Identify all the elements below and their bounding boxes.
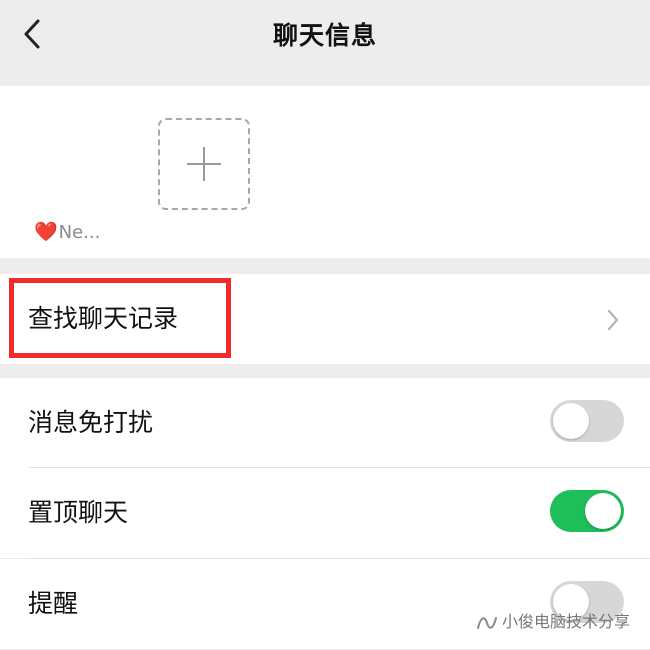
watermark-text: 小俊电脑技术分享 bbox=[501, 612, 630, 631]
reminder-label: 提醒 bbox=[28, 589, 79, 618]
watermark: 小俊电脑技术分享 bbox=[476, 608, 630, 632]
page-title: 聊天信息 bbox=[272, 21, 377, 50]
toggle-knob bbox=[585, 493, 621, 529]
mute-notifications-row: 消息免打扰 bbox=[0, 378, 650, 468]
mute-notifications-label: 消息免打扰 bbox=[28, 408, 154, 437]
wechat-channel-icon bbox=[476, 616, 497, 629]
pin-chat-toggle[interactable] bbox=[550, 490, 624, 532]
heart-icon: ❤️ bbox=[34, 221, 58, 243]
chevron-right-icon bbox=[607, 309, 619, 331]
mute-notifications-toggle[interactable] bbox=[550, 400, 624, 442]
member-name-label: Ne... bbox=[58, 222, 101, 243]
member-item[interactable]: ❤️Ne... bbox=[34, 220, 100, 243]
top-bar: 聊天信息 bbox=[0, 0, 650, 86]
plus-icon bbox=[187, 147, 221, 181]
member-section: ❤️Ne... bbox=[0, 86, 650, 258]
add-member-button[interactable] bbox=[158, 118, 250, 210]
reminder-row: 提醒 bbox=[0, 559, 650, 649]
highlight-frame bbox=[9, 278, 231, 358]
pin-chat-row: 置顶聊天 bbox=[0, 468, 650, 558]
toggle-knob bbox=[553, 403, 589, 439]
pin-chat-label: 置顶聊天 bbox=[28, 498, 129, 527]
